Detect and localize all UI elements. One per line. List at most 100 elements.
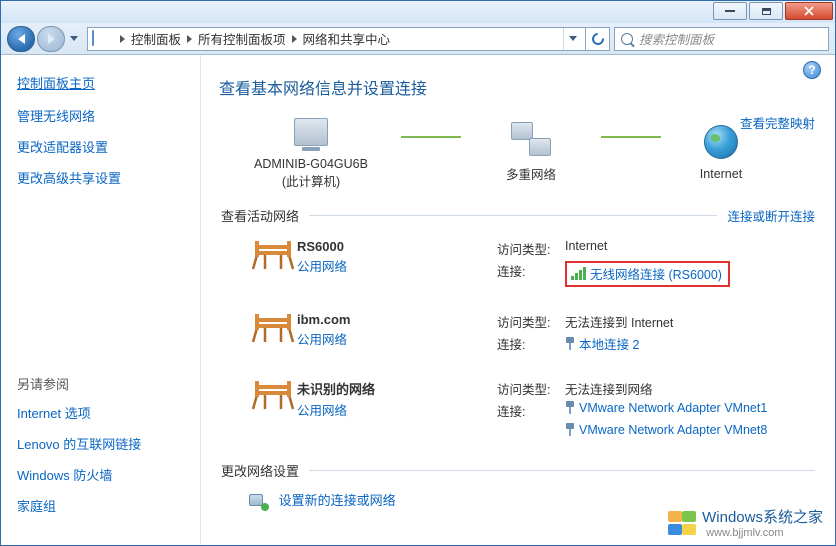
sidebar: 控制面板主页 管理无线网络 更改适配器设置 更改高级共享设置 另请参阅 Inte… <box>1 55 201 545</box>
connections-label: 连接: <box>497 334 565 353</box>
sidebar-item-advanced-sharing[interactable]: 更改高级共享设置 <box>17 168 184 187</box>
ethernet-icon <box>565 337 575 351</box>
access-type-label: 访问类型: <box>497 312 565 331</box>
chevron-down-icon <box>70 36 78 41</box>
chevron-right-icon <box>120 35 125 43</box>
connections-label: 连接: <box>497 261 565 280</box>
ethernet-icon <box>565 401 575 415</box>
nav-back-button[interactable] <box>7 26 35 52</box>
ethernet-icon <box>565 423 575 437</box>
address-bar: 控制面板 所有控制面板项 网络和共享中心 搜索控制面板 <box>1 23 835 55</box>
sidebar-item-adapter[interactable]: 更改适配器设置 <box>17 137 184 156</box>
connection-link-label: VMware Network Adapter VMnet1 <box>579 401 767 415</box>
sidebar-item-wireless[interactable]: 管理无线网络 <box>17 106 184 125</box>
network-name: RS6000 <box>297 239 497 254</box>
network-row: RS6000 公用网络访问类型:Internet连接: 无线网络连接 (RS6000… <box>201 235 835 308</box>
close-icon <box>804 6 814 16</box>
body-area: 控制面板主页 管理无线网络 更改适配器设置 更改高级共享设置 另请参阅 Inte… <box>1 55 835 545</box>
map-computer-sub: (此计算机) <box>221 171 401 190</box>
search-placeholder: 搜索控制面板 <box>639 29 714 48</box>
chevron-right-icon <box>292 35 297 43</box>
globe-icon <box>704 125 738 159</box>
address-dropdown[interactable] <box>563 28 581 50</box>
window-root: 控制面板 所有控制面板项 网络和共享中心 搜索控制面板 控制面板主页 管理无线网… <box>0 0 836 546</box>
see-also-homegroup[interactable]: 家庭组 <box>17 496 184 515</box>
access-type-label: 访问类型: <box>497 239 565 258</box>
refresh-icon <box>589 30 606 47</box>
connection-link-label: 无线网络连接 (RS6000) <box>590 264 722 283</box>
bench-icon <box>251 312 295 346</box>
map-connector <box>401 136 461 138</box>
watermark-url: www.bjjmlv.com <box>706 527 823 539</box>
networks-list: RS6000公用网络访问类型:Internet连接:无线网络连接 (RS6000… <box>201 235 835 461</box>
map-multi-network: 多重网络 <box>461 118 601 183</box>
titlebar <box>1 1 835 23</box>
breadcrumb-item[interactable]: 控制面板 <box>131 29 181 48</box>
connection-link[interactable]: 无线网络连接 (RS6000) <box>571 264 722 283</box>
view-full-map-link[interactable]: 查看完整映射 <box>740 113 815 132</box>
refresh-button[interactable] <box>586 27 610 51</box>
network-type-link[interactable]: 公用网络 <box>297 400 497 419</box>
close-button[interactable] <box>785 2 833 20</box>
active-networks-label: 查看活动网络 <box>221 206 299 225</box>
multi-network-icon <box>511 122 551 156</box>
chevron-right-icon <box>187 35 192 43</box>
connect-disconnect-link[interactable]: 连接或断开连接 <box>727 206 815 225</box>
network-map: ADMINIB-G04GU6B (此计算机) 多重网络 Internet 查看完… <box>201 111 835 190</box>
arrow-left-icon <box>18 34 25 44</box>
network-row: 未识别的网络公用网络访问类型:无法连接到网络连接: VMware Network … <box>201 375 835 461</box>
map-connector <box>601 136 661 138</box>
bench-icon <box>251 379 295 413</box>
new-connection-icon <box>249 492 267 510</box>
minimize-button[interactable] <box>713 2 747 20</box>
highlighted-connection: 无线网络连接 (RS6000) <box>565 261 730 287</box>
connection-link[interactable]: VMware Network Adapter VMnet8 <box>565 423 767 437</box>
active-networks-header: 查看活动网络 连接或断开连接 <box>221 206 815 225</box>
network-type-link[interactable]: 公用网络 <box>297 256 497 275</box>
bench-icon <box>251 239 295 273</box>
new-connection-link[interactable]: 设置新的连接或网络 <box>279 490 396 509</box>
map-this-computer: ADMINIB-G04GU6B (此计算机) <box>221 111 401 190</box>
computer-icon <box>294 118 328 146</box>
access-type-value: 无法连接到网络 <box>565 379 653 398</box>
watermark-site: 系统之家 <box>763 509 823 526</box>
signal-icon <box>571 267 586 280</box>
windows-logo-icon <box>668 511 696 535</box>
change-settings-header: 更改网络设置 <box>221 461 815 480</box>
help-button[interactable]: ? <box>803 61 821 79</box>
map-middle-label: 多重网络 <box>461 164 601 183</box>
see-also-internet-options[interactable]: Internet 选项 <box>17 403 184 422</box>
access-type-value: 无法连接到 Internet <box>565 312 673 331</box>
see-also-title: 另请参阅 <box>17 374 184 393</box>
breadcrumb-item[interactable]: 所有控制面板项 <box>198 29 286 48</box>
network-name: 未识别的网络 <box>297 379 497 398</box>
breadcrumb-bar[interactable]: 控制面板 所有控制面板项 网络和共享中心 <box>87 27 586 51</box>
connections-label: 连接: <box>497 401 565 420</box>
map-internet-label: Internet <box>661 167 781 181</box>
watermark-brand: Windows <box>702 509 763 526</box>
access-type-label: 访问类型: <box>497 379 565 398</box>
connection-link-label: VMware Network Adapter VMnet8 <box>579 423 767 437</box>
connection-link[interactable]: VMware Network Adapter VMnet1 <box>565 401 767 415</box>
watermark: Windows系统之家 www.bjjmlv.com <box>668 506 823 539</box>
see-also-lenovo[interactable]: Lenovo 的互联网链接 <box>17 434 184 453</box>
map-computer-name: ADMINIB-G04GU6B <box>221 157 401 171</box>
breadcrumb-item[interactable]: 网络和共享中心 <box>303 29 391 48</box>
arrow-right-icon <box>48 34 55 44</box>
network-name: ibm.com <box>297 312 497 327</box>
nav-forward-button[interactable] <box>37 26 65 52</box>
maximize-button[interactable] <box>749 2 783 20</box>
change-settings-label: 更改网络设置 <box>221 461 299 480</box>
search-input[interactable]: 搜索控制面板 <box>614 27 829 51</box>
page-title: 查看基本网络信息并设置连接 <box>219 75 835 99</box>
sidebar-home-link[interactable]: 控制面板主页 <box>17 73 184 92</box>
network-type-link[interactable]: 公用网络 <box>297 329 497 348</box>
see-also-firewall[interactable]: Windows 防火墙 <box>17 465 184 484</box>
connection-link-label: 本地连接 2 <box>579 334 639 353</box>
search-icon <box>621 33 633 45</box>
nav-history-dropdown[interactable] <box>67 26 81 52</box>
content-pane: ? 查看基本网络信息并设置连接 ADMINIB-G04GU6B (此计算机) 多… <box>201 55 835 545</box>
connection-link[interactable]: 本地连接 2 <box>565 334 639 353</box>
chevron-down-icon <box>569 36 577 41</box>
access-type-value: Internet <box>565 239 607 253</box>
